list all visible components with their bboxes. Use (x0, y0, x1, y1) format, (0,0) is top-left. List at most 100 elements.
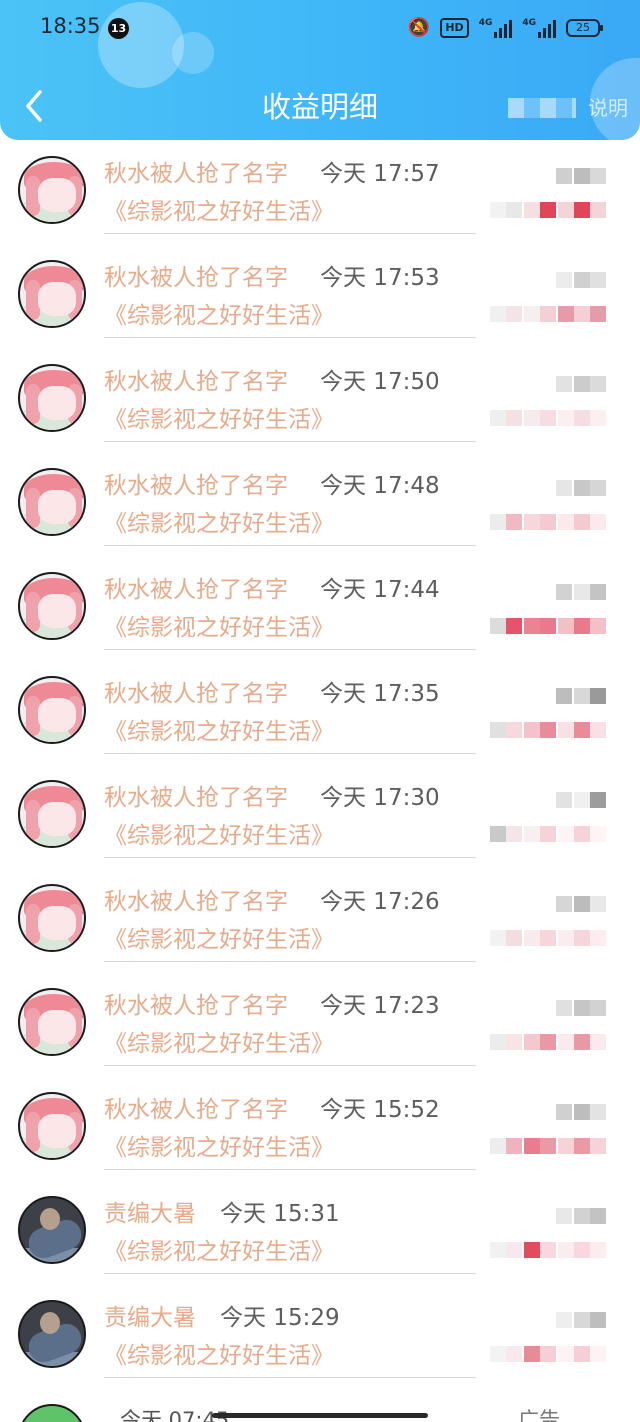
redacted-amount-pixel (574, 1242, 590, 1258)
redacted-amount-pixel (556, 480, 572, 496)
redacted-amount-pixel (590, 584, 606, 600)
redacted-amount-pixel (574, 792, 590, 808)
redacted-amount-pixel (540, 410, 556, 426)
list-item[interactable]: 秋水被人抢了名字 今天 17:48 《综影视之好好生活》 (0, 452, 640, 556)
book-title: 《综影视之好好生活》 (104, 1343, 334, 1369)
divider (104, 961, 476, 962)
redacted-amount-pixel (590, 202, 606, 218)
redacted-amount-pixel (524, 1346, 540, 1362)
divider (104, 1169, 476, 1170)
reader-name[interactable]: 秋水被人抢了名字 (104, 782, 288, 814)
avatar[interactable] (18, 468, 86, 536)
book-title: 《综影视之好好生活》 (104, 615, 334, 641)
avatar[interactable] (18, 884, 86, 952)
book-title: 《综影视之好好生活》 (104, 407, 334, 433)
avatar[interactable] (18, 1092, 86, 1160)
list-item-time: 今天 17:50 (320, 369, 440, 395)
redacted-amount-pixel (556, 376, 572, 392)
book-title: 《综影视之好好生活》 (104, 511, 334, 537)
avatar[interactable] (18, 572, 86, 640)
home-indicator[interactable] (212, 1413, 428, 1418)
reader-name[interactable]: 责编大暑 (104, 1302, 196, 1334)
list-item-time: 今天 17:30 (320, 785, 440, 811)
reader-name[interactable]: 秋水被人抢了名字 (104, 262, 288, 294)
reader-name[interactable]: 秋水被人抢了名字 (104, 470, 288, 502)
status-time: 18:35 (40, 14, 101, 38)
avatar[interactable] (18, 780, 86, 848)
redacted-amount-pixel (506, 1034, 522, 1050)
redacted-amount-pixel (574, 722, 590, 738)
avatar[interactable] (18, 260, 86, 328)
redacted-amount-pixel (590, 618, 606, 634)
divider (104, 649, 476, 650)
redacted-amount-pixel (574, 410, 590, 426)
redacted-amount-pixel (558, 1346, 574, 1362)
list-item[interactable]: 秋水被人抢了名字 今天 17:50 《综影视之好好生活》 (0, 348, 640, 452)
redacted-amount-pixel (540, 306, 556, 322)
redacted-amount-pixel (540, 1034, 556, 1050)
list-item[interactable]: 秋水被人抢了名字 今天 15:52 《综影视之好好生活》 (0, 1076, 640, 1180)
book-title: 《综影视之好好生活》 (104, 1031, 334, 1057)
redacted-amount-pixel (506, 1346, 522, 1362)
redacted-amount-pixel (540, 1242, 556, 1258)
redacted-amount-pixel (558, 410, 574, 426)
redacted-amount-pixel (524, 1034, 540, 1050)
reader-name[interactable]: 秋水被人抢了名字 (104, 990, 288, 1022)
avatar[interactable] (18, 1300, 86, 1368)
redacted-amount-pixel (574, 306, 590, 322)
redacted-amount-pixel (590, 1242, 606, 1258)
list-item-time: 今天 15:29 (220, 1305, 340, 1331)
reader-name[interactable]: 秋水被人抢了名字 (104, 886, 288, 918)
redacted-amount-pixel (540, 202, 556, 218)
divider (104, 857, 476, 858)
redacted-amount-pixel (590, 306, 606, 322)
reader-name[interactable]: 秋水被人抢了名字 (104, 158, 288, 190)
avatar[interactable] (18, 364, 86, 432)
redacted-amount-pixel (524, 826, 540, 842)
redacted-amount-pixel (558, 1138, 574, 1154)
redacted-amount-pixel (540, 1346, 556, 1362)
redacted-amount-pixel (558, 930, 574, 946)
reader-name[interactable]: 责编大暑 (104, 1198, 196, 1230)
divider (104, 753, 476, 754)
divider (104, 545, 476, 546)
redacted-amount-pixel (490, 722, 506, 738)
redacted-amount-pixel (524, 202, 540, 218)
redacted-amount-pixel (524, 722, 540, 738)
reader-name[interactable]: 秋水被人抢了名字 (104, 678, 288, 710)
redacted-amount-pixel (590, 1104, 606, 1120)
redacted-amount-pixel (590, 896, 606, 912)
explain-label: 说明 (588, 96, 628, 120)
list-item-time: 今天 17:26 (320, 889, 440, 915)
list-item[interactable]: 责编大暑 今天 15:29 《综影视之好好生活》 (0, 1284, 640, 1388)
avatar[interactable] (18, 988, 86, 1056)
redacted-amount-pixel (556, 584, 572, 600)
list-item[interactable]: 秋水被人抢了名字 今天 17:35 《综影视之好好生活》 (0, 660, 640, 764)
reader-name[interactable]: 秋水被人抢了名字 (104, 366, 288, 398)
list-item[interactable]: 秋水被人抢了名字 今天 17:53 《综影视之好好生活》 (0, 244, 640, 348)
reader-name[interactable]: 秋水被人抢了名字 (104, 1094, 288, 1126)
list-item[interactable]: 秋水被人抢了名字 今天 17:26 《综影视之好好生活》 (0, 868, 640, 972)
reader-name[interactable]: 秋水被人抢了名字 (104, 574, 288, 606)
redacted-amount-pixel (524, 410, 540, 426)
explain-link[interactable]: 说明 (508, 92, 628, 124)
redacted-amount-pixel (590, 514, 606, 530)
redacted-amount-pixel (490, 1138, 506, 1154)
list-item[interactable]: 秋水被人抢了名字 今天 17:57 《综影视之好好生活》 (0, 140, 640, 244)
redacted-amount-pixel (556, 272, 572, 288)
list-item-time: 今天 15:52 (320, 1097, 440, 1123)
list-item[interactable]: 秋水被人抢了名字 今天 17:23 《综影视之好好生活》 (0, 972, 640, 1076)
redacted-amount-pixel (556, 1312, 572, 1328)
list-item[interactable]: 秋水被人抢了名字 今天 17:44 《综影视之好好生活》 (0, 556, 640, 660)
avatar[interactable] (18, 156, 86, 224)
redacted-amount-pixel (590, 1312, 606, 1328)
redacted-amount-pixel (574, 1312, 590, 1328)
redacted-amount-pixel (506, 1242, 522, 1258)
redacted-amount-pixel (524, 306, 540, 322)
avatar[interactable] (18, 676, 86, 744)
redacted-amount-pixel (556, 1000, 572, 1016)
list-item[interactable]: 责编大暑 今天 15:31 《综影视之好好生活》 (0, 1180, 640, 1284)
list-item[interactable]: 秋水被人抢了名字 今天 17:30 《综影视之好好生活》 (0, 764, 640, 868)
redacted-amount-pixel (556, 168, 572, 184)
avatar[interactable] (18, 1196, 86, 1264)
